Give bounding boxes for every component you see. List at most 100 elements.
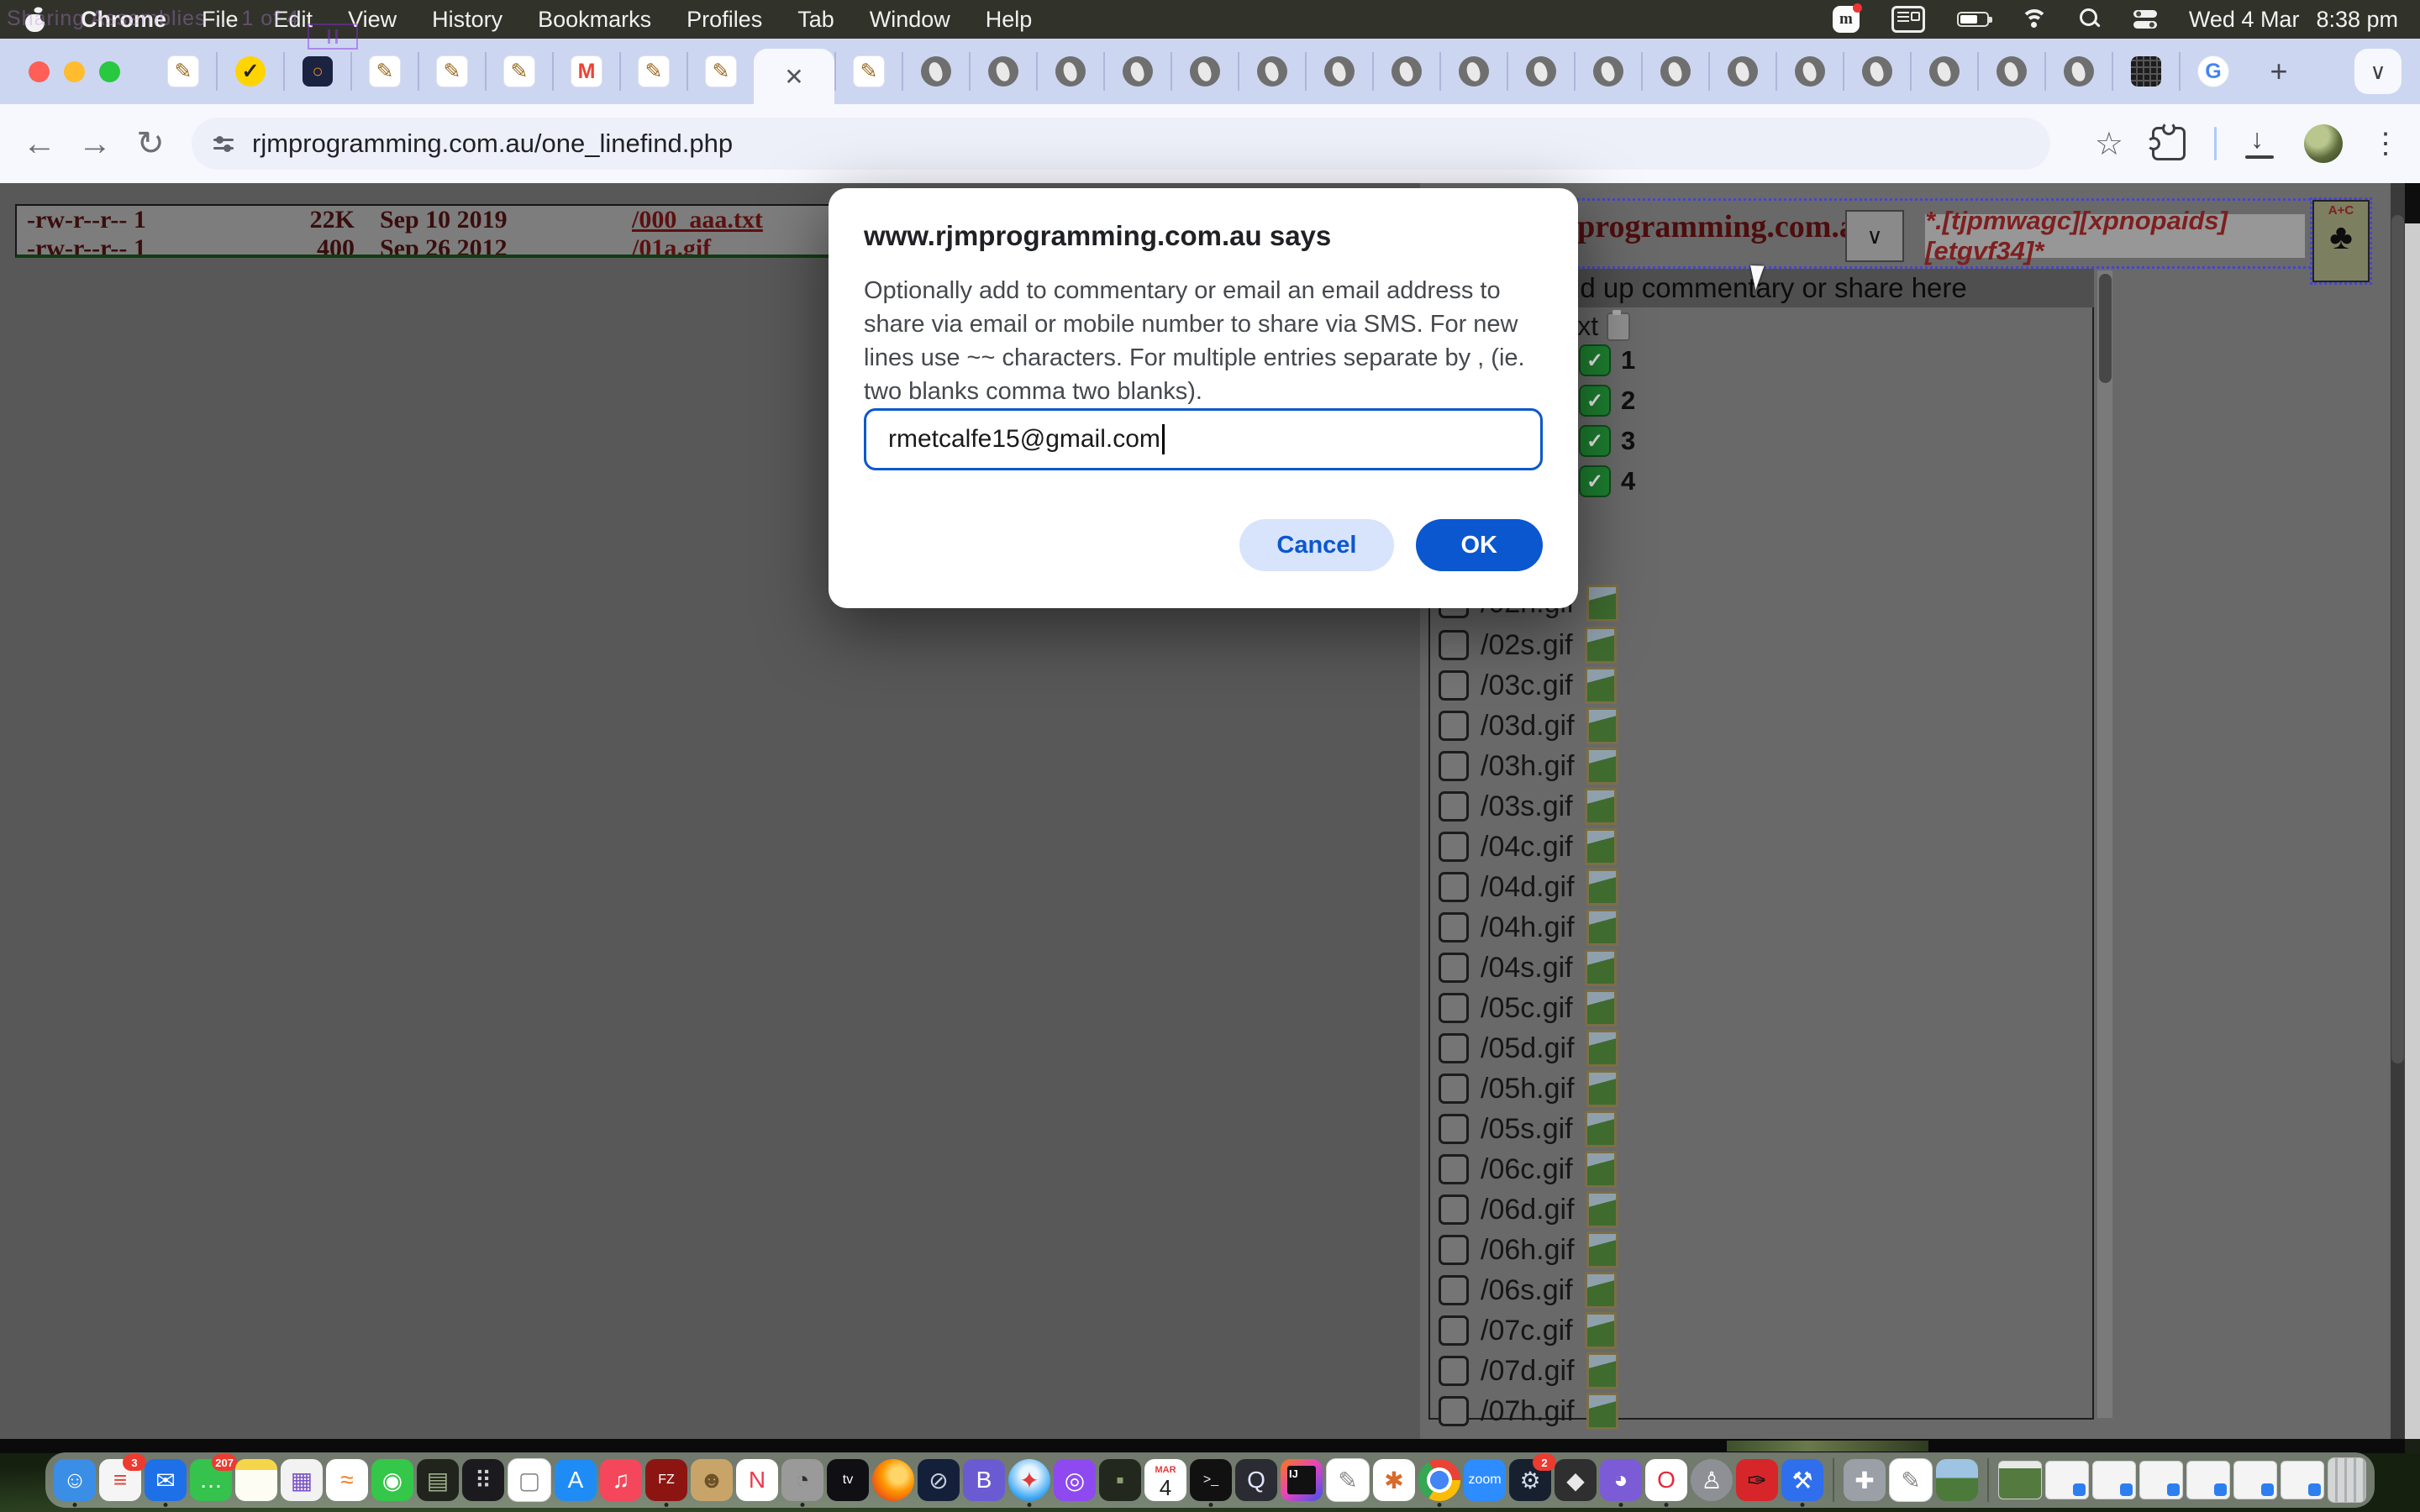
checkbox[interactable] bbox=[1439, 711, 1469, 741]
menubar-item-edit[interactable]: Edit bbox=[274, 7, 313, 33]
list-item[interactable]: /05s.gif bbox=[1439, 1110, 1617, 1147]
tab-7[interactable]: ✎ bbox=[619, 52, 687, 91]
tab-10[interactable]: ✎ bbox=[834, 52, 902, 91]
dock-vnc-viewer[interactable]: ▤ bbox=[417, 1459, 459, 1501]
page-scrollbar[interactable] bbox=[2391, 183, 2405, 1439]
dialog-text-input[interactable]: rmetcalfe15@gmail.com bbox=[864, 408, 1543, 470]
menubar-item-history[interactable]: History bbox=[432, 7, 502, 33]
tab-close-icon[interactable]: ✕ bbox=[784, 63, 803, 91]
dock-podcasts[interactable]: ◎ bbox=[1054, 1459, 1096, 1501]
list-item[interactable]: /06c.gif bbox=[1439, 1151, 1617, 1188]
checkbox[interactable] bbox=[1439, 953, 1469, 983]
wifi-icon[interactable] bbox=[2021, 9, 2048, 29]
tab-27[interactable] bbox=[1977, 52, 2044, 91]
tab-28[interactable] bbox=[2044, 52, 2112, 91]
tab-20[interactable] bbox=[1507, 52, 1574, 91]
menubar-clock[interactable]: Wed 4 Mar 8:38 pm bbox=[2189, 7, 2398, 33]
dock-minimized-window-2[interactable] bbox=[2092, 1461, 2136, 1499]
clipboard-icon[interactable] bbox=[1607, 312, 1630, 341]
site-settings-icon[interactable] bbox=[213, 139, 234, 150]
list-item[interactable]: /07c.gif bbox=[1439, 1312, 1617, 1349]
list-scrollbar-thumb[interactable] bbox=[2099, 274, 2112, 383]
cancel-button[interactable]: Cancel bbox=[1239, 519, 1393, 571]
green-check-icon[interactable]: ✓ bbox=[1579, 465, 1611, 497]
dock-quicktime[interactable]: Q bbox=[1235, 1459, 1277, 1501]
dock-news[interactable]: N bbox=[736, 1459, 778, 1501]
tab-13[interactable] bbox=[1036, 52, 1103, 91]
tab-11[interactable] bbox=[902, 52, 969, 91]
green-check-icon[interactable]: ✓ bbox=[1579, 425, 1611, 457]
new-tab-button[interactable]: + bbox=[2246, 52, 2312, 91]
dock-reminders[interactable]: ≡3 bbox=[99, 1459, 141, 1501]
downloads-icon[interactable] bbox=[2245, 129, 2275, 159]
dock-finder[interactable]: ☺ bbox=[54, 1459, 96, 1501]
dock-contacts[interactable]: ☻ bbox=[691, 1459, 733, 1501]
tab-3[interactable]: ✎ bbox=[350, 52, 418, 91]
tab-30[interactable]: G bbox=[2179, 52, 2246, 91]
checkbox[interactable] bbox=[1439, 1396, 1469, 1426]
chrome-menu-icon[interactable]: ⋮ bbox=[2371, 127, 2400, 160]
dock-chrome[interactable] bbox=[1418, 1459, 1460, 1501]
tab-1[interactable]: ✓ bbox=[216, 52, 283, 91]
list-item[interactable]: /04d.gif bbox=[1439, 869, 1618, 906]
address-bar[interactable]: rjmprogramming.com.au/one_linefind.php bbox=[192, 118, 2050, 170]
menubar-item-help[interactable]: Help bbox=[986, 7, 1033, 33]
tab-19[interactable] bbox=[1439, 52, 1507, 91]
window-maximize-button[interactable] bbox=[99, 61, 120, 82]
dock-text-document[interactable]: ✎ bbox=[1889, 1458, 1933, 1502]
tab-22[interactable] bbox=[1641, 52, 1708, 91]
dock-app-store[interactable]: A bbox=[555, 1459, 597, 1501]
tab-29[interactable] bbox=[2112, 52, 2179, 91]
dock-terminal[interactable]: >_ bbox=[1190, 1459, 1232, 1501]
dock-apple-tv[interactable]: tv bbox=[827, 1459, 869, 1501]
list-item[interactable]: /07h.gif bbox=[1439, 1393, 1618, 1430]
dock-gray-circle-app[interactable]: ♙ bbox=[1691, 1459, 1733, 1501]
club-button[interactable]: A+C ♣ bbox=[2312, 200, 2370, 282]
bookmark-star-icon[interactable]: ☆ bbox=[2095, 125, 2123, 163]
checked-list-item[interactable]: ✓4 bbox=[1579, 465, 1635, 497]
checkbox[interactable] bbox=[1439, 751, 1469, 781]
regex-filter-input[interactable]: *.[tjpmwagc][xpnopaids][etgvf34]* bbox=[1924, 213, 2306, 259]
list-item[interactable]: /03d.gif bbox=[1439, 707, 1618, 744]
menubar-item-bookmarks[interactable]: Bookmarks bbox=[538, 7, 651, 33]
dock-minimized-window-1[interactable] bbox=[2045, 1461, 2089, 1499]
list-item[interactable]: /04c.gif bbox=[1439, 828, 1617, 865]
list-item[interactable]: /07d.gif bbox=[1439, 1352, 1618, 1389]
checkbox[interactable] bbox=[1439, 1235, 1469, 1265]
dock-red-feather-app[interactable]: ✑ bbox=[1736, 1459, 1778, 1501]
list-item[interactable]: /06s.gif bbox=[1439, 1272, 1617, 1309]
dock-xcode[interactable]: ⚒ bbox=[1781, 1459, 1823, 1501]
checked-list-item[interactable]: ✓3 bbox=[1579, 425, 1635, 457]
search-icon[interactable] bbox=[2080, 8, 2102, 30]
dock-intellij[interactable]: IJ bbox=[1281, 1459, 1323, 1501]
dock-preview[interactable]: ▢ bbox=[508, 1458, 551, 1502]
menubar-item-profiles[interactable]: Profiles bbox=[687, 7, 762, 33]
list-item[interactable]: /03h.gif bbox=[1439, 748, 1618, 785]
menubar-item-window[interactable]: Window bbox=[870, 7, 950, 33]
tab-5[interactable]: ✎ bbox=[485, 52, 552, 91]
list-item[interactable]: /03c.gif bbox=[1439, 667, 1617, 704]
page-scrollbar-thumb[interactable] bbox=[2391, 215, 2404, 1063]
dock-safari[interactable]: ✦ bbox=[1008, 1459, 1050, 1501]
dock-drawing-app[interactable]: ≈ bbox=[326, 1459, 368, 1501]
tab-24[interactable] bbox=[1776, 52, 1843, 91]
list-item[interactable]: /04h.gif bbox=[1439, 909, 1618, 946]
active-tab[interactable]: ✕ bbox=[754, 49, 834, 104]
list-item[interactable]: /05d.gif bbox=[1439, 1030, 1618, 1067]
checkbox[interactable] bbox=[1439, 1356, 1469, 1386]
list-item[interactable]: /06h.gif bbox=[1439, 1231, 1618, 1268]
dock-zoom[interactable]: zoom bbox=[1464, 1459, 1506, 1501]
dock-gimp[interactable]: ◔ bbox=[781, 1459, 823, 1501]
checkbox[interactable] bbox=[1439, 912, 1469, 942]
window-close-button[interactable] bbox=[29, 61, 50, 82]
tab-26[interactable] bbox=[1910, 52, 1977, 91]
tab-search-chevron[interactable]: ∨ bbox=[2354, 49, 2402, 94]
list-item[interactable]: /03s.gif bbox=[1439, 788, 1617, 825]
checkbox[interactable] bbox=[1439, 1074, 1469, 1104]
screen-share-app-icon[interactable]: m bbox=[1833, 6, 1860, 33]
dock-minimized-photo-window[interactable] bbox=[1998, 1461, 2042, 1499]
url-text[interactable]: rjmprogramming.com.au/one_linefind.php bbox=[252, 129, 733, 159]
checkbox[interactable] bbox=[1439, 832, 1469, 862]
dock-paint-palette[interactable]: ✱ bbox=[1373, 1459, 1415, 1501]
green-check-icon[interactable]: ✓ bbox=[1579, 344, 1611, 376]
